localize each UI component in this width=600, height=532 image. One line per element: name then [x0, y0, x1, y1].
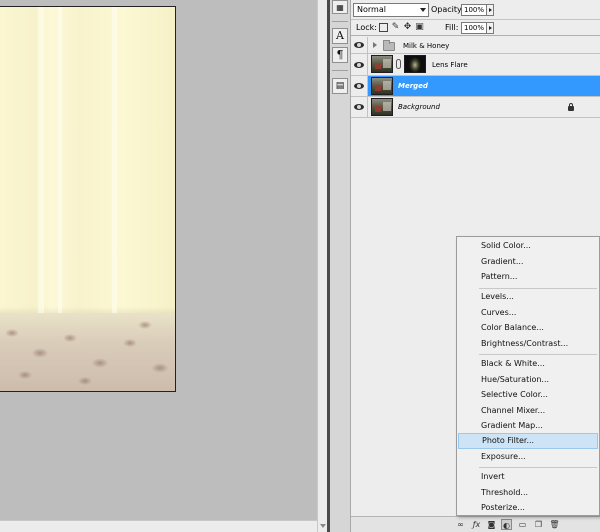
layer-thumbnail: [371, 55, 393, 73]
eye-icon: [354, 62, 364, 68]
fill-input[interactable]: 100%: [461, 22, 487, 34]
brush-lock-icon[interactable]: ✎: [391, 23, 400, 32]
menu-item-hue-saturation[interactable]: Hue/Saturation...: [457, 372, 599, 388]
transparency-lock-icon[interactable]: [379, 23, 388, 32]
visibility-toggle[interactable]: [351, 54, 368, 75]
adjustment-layer-icon[interactable]: ◐: [501, 519, 512, 530]
horizontal-scrollbar[interactable]: [0, 520, 317, 532]
menu-item-color-balance[interactable]: Color Balance...: [457, 320, 599, 336]
blend-mode-select[interactable]: Normal: [353, 3, 429, 17]
menu-separator: [479, 354, 597, 355]
layer-row-background[interactable]: Background: [351, 97, 600, 118]
new-group-icon[interactable]: ▭: [517, 519, 528, 530]
panel-tool-column: ▦ A ¶ ▤: [330, 0, 351, 532]
opacity-input[interactable]: 100%: [461, 4, 487, 16]
menu-item-brightness-contrast[interactable]: Brightness/Contrast...: [457, 336, 599, 352]
vertical-scrollbar[interactable]: [317, 0, 327, 532]
layer-name: Background: [398, 103, 440, 111]
layer-name: Lens Flare: [432, 61, 468, 69]
visibility-toggle[interactable]: [351, 97, 368, 117]
layer-thumbnail: [371, 77, 393, 95]
visibility-toggle[interactable]: [351, 37, 368, 53]
menu-item-black-white[interactable]: Black & White...: [457, 356, 599, 372]
chain-icon[interactable]: [396, 59, 401, 69]
eye-icon: [354, 83, 364, 89]
trash-icon[interactable]: 🗑: [549, 519, 560, 530]
opacity-label: Opacity:: [431, 5, 464, 14]
expand-arrow-icon[interactable]: [373, 42, 377, 48]
menu-item-levels[interactable]: Levels...: [457, 289, 599, 305]
menu-item-channel-mixer[interactable]: Channel Mixer...: [457, 403, 599, 419]
menu-item-invert[interactable]: Invert: [457, 469, 599, 485]
layer-row-lens-flare[interactable]: Lens Flare: [351, 54, 600, 76]
character-panel-button[interactable]: A: [332, 28, 348, 44]
adjustment-layer-menu: Solid Color... Gradient... Pattern... Le…: [456, 236, 600, 516]
canvas-image[interactable]: [0, 6, 176, 392]
blend-options-row: Normal Opacity: 100%: [351, 0, 600, 20]
fx-icon[interactable]: ƒx: [471, 519, 482, 530]
menu-item-posterize[interactable]: Posterize...: [457, 500, 599, 516]
move-lock-icon[interactable]: ✥: [403, 23, 412, 32]
fill-slider-button[interactable]: [486, 22, 494, 34]
swatches-icon[interactable]: ▦: [332, 0, 348, 14]
layer-row-milk-honey[interactable]: Milk & Honey: [351, 37, 600, 54]
menu-item-gradient[interactable]: Gradient...: [457, 254, 599, 270]
menu-item-solid-color[interactable]: Solid Color...: [457, 238, 599, 254]
new-layer-icon[interactable]: ❐: [533, 519, 544, 530]
eye-icon: [354, 42, 364, 48]
layer-mask-thumbnail[interactable]: [404, 55, 426, 73]
scroll-down-arrow-icon[interactable]: [320, 524, 326, 528]
layers-panel-footer: ∞ ƒx ◙ ◐ ▭ ❐ 🗑: [351, 516, 600, 532]
lock-all-icon[interactable]: ▣: [415, 23, 424, 32]
lace-blanket: [0, 313, 175, 391]
lock-row: Lock: ✎ ✥ ▣ Fill: 100%: [351, 20, 600, 36]
menu-item-curves[interactable]: Curves...: [457, 305, 599, 321]
chevron-down-icon: [420, 8, 426, 12]
link-icon[interactable]: ∞: [455, 519, 466, 530]
lock-label: Lock:: [356, 23, 377, 32]
tool-separator: [332, 70, 348, 71]
menu-item-threshold[interactable]: Threshold...: [457, 485, 599, 501]
paragraph-panel-button[interactable]: ¶: [332, 47, 348, 63]
notes-panel-icon[interactable]: ▤: [332, 78, 348, 94]
menu-item-gradient-map[interactable]: Gradient Map...: [457, 418, 599, 434]
menu-item-photo-filter[interactable]: Photo Filter...: [458, 433, 598, 449]
menu-item-exposure[interactable]: Exposure...: [457, 449, 599, 465]
layer-row-merged[interactable]: Merged: [351, 76, 600, 97]
blend-mode-value: Normal: [357, 5, 386, 14]
menu-item-selective-color[interactable]: Selective Color...: [457, 387, 599, 403]
layer-name: Milk & Honey: [403, 42, 450, 50]
opacity-slider-button[interactable]: [486, 4, 494, 16]
mask-icon[interactable]: ◙: [486, 519, 497, 530]
folder-icon: [383, 40, 395, 51]
visibility-toggle[interactable]: [351, 76, 368, 96]
tool-separator: [332, 21, 348, 22]
layer-thumbnail: [371, 98, 393, 116]
lock-icon: [568, 103, 574, 111]
document-workspace[interactable]: [0, 0, 317, 520]
layer-name: Merged: [398, 82, 428, 90]
eye-icon: [354, 104, 364, 110]
menu-separator: [479, 467, 597, 468]
menu-item-pattern[interactable]: Pattern...: [457, 269, 599, 285]
fill-label: Fill:: [445, 23, 459, 32]
